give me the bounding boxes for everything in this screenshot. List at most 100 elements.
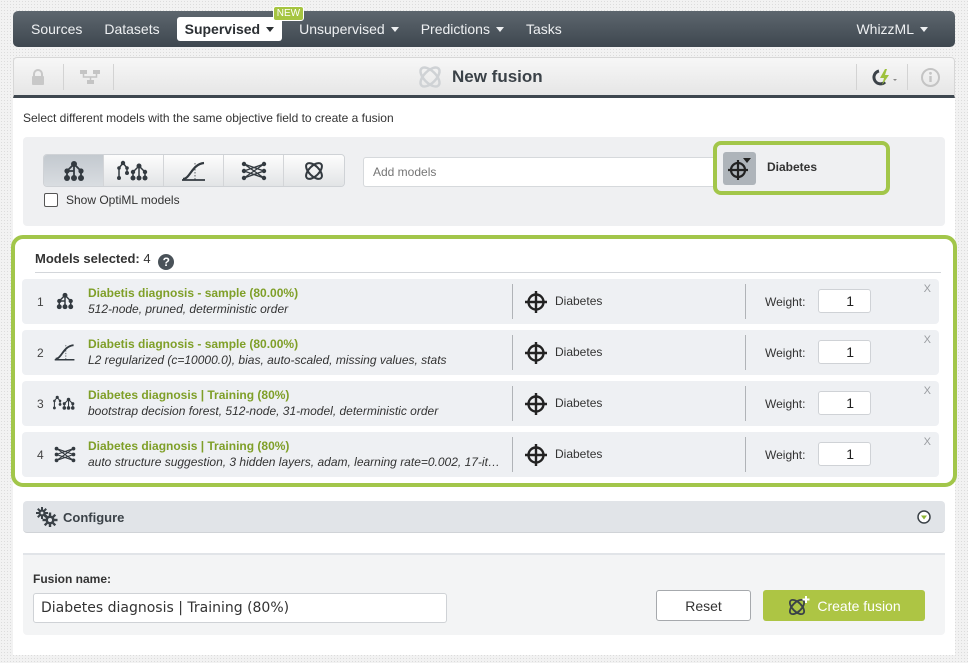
weight-label: Weight: bbox=[765, 397, 806, 411]
remove-model-button[interactable]: X bbox=[924, 334, 931, 346]
objective-target-icon bbox=[524, 290, 548, 319]
nav-datasets[interactable]: Datasets bbox=[93, 17, 170, 41]
deepnet-icon bbox=[53, 442, 77, 466]
remove-model-button[interactable]: X bbox=[924, 436, 931, 448]
nav-unsupervised[interactable]: Unsupervised bbox=[288, 17, 410, 41]
main-content: Select different models with the same ob… bbox=[11, 98, 957, 655]
fusion-icon bbox=[305, 161, 323, 180]
model-row: 4 Diabetes diagnosis | Training (80%) auto… bbox=[22, 432, 939, 477]
lock-button[interactable] bbox=[24, 58, 52, 96]
create-fusion-label: Create fusion bbox=[817, 597, 901, 614]
caret-down-icon bbox=[495, 26, 504, 32]
show-optiml-toggle[interactable]: Show OptiML models bbox=[44, 193, 180, 207]
add-fusion-icon bbox=[789, 595, 810, 615]
model-title-link[interactable]: Diabetis diagnosis - sample (80.00%) bbox=[88, 286, 298, 300]
objective-target-icon bbox=[524, 443, 548, 472]
nav-whizzml[interactable]: WhizzML bbox=[845, 17, 939, 41]
create-fusion-button[interactable]: Create fusion bbox=[763, 590, 925, 621]
objective-target-icon bbox=[524, 341, 548, 370]
objective-field-name: Diabetes bbox=[555, 294, 603, 308]
nav-tasks[interactable]: Tasks bbox=[515, 17, 573, 41]
model-description: L2 regularized (c=10000.0), bias, auto-s… bbox=[88, 353, 447, 367]
fusion-name-label: Fusion name: bbox=[33, 572, 112, 586]
page-title-text: New fusion bbox=[452, 67, 543, 86]
column-divider bbox=[745, 437, 746, 472]
model-type-fusion-button[interactable] bbox=[284, 155, 344, 186]
weight-label: Weight: bbox=[765, 346, 806, 360]
model-row: 1 Diabetis diagnosis - sample (80.00%) 512… bbox=[22, 279, 939, 324]
expand-toggle-icon[interactable] bbox=[917, 510, 931, 524]
info-button[interactable] bbox=[916, 58, 944, 96]
add-models-input[interactable] bbox=[363, 157, 718, 187]
weight-input[interactable] bbox=[818, 340, 871, 364]
toolbar-divider bbox=[907, 64, 908, 90]
dag-button[interactable] bbox=[72, 58, 108, 96]
show-optiml-checkbox[interactable] bbox=[44, 193, 58, 207]
column-divider bbox=[512, 284, 513, 319]
objective-target-icon bbox=[524, 392, 548, 421]
nav-predictions[interactable]: Predictions bbox=[410, 17, 515, 41]
model-type-ensemble-button[interactable] bbox=[104, 155, 164, 186]
configure-section-header[interactable]: Configure bbox=[23, 501, 945, 533]
nav-datasets-label: Datasets bbox=[104, 21, 160, 37]
row-number: 2 bbox=[37, 346, 44, 360]
actions-menu-button[interactable] bbox=[864, 58, 904, 96]
model-title-link[interactable]: Diabetis diagnosis - sample (80.00%) bbox=[88, 337, 298, 351]
toolbar-divider bbox=[856, 64, 857, 90]
weight-input[interactable] bbox=[818, 442, 871, 466]
show-optiml-label: Show OptiML models bbox=[66, 193, 180, 207]
objective-field-name: Diabetes bbox=[555, 345, 603, 359]
remove-model-button[interactable]: X bbox=[924, 385, 931, 397]
column-divider bbox=[512, 437, 513, 472]
column-divider bbox=[745, 386, 746, 421]
model-description: bootstrap decision forest, 512-node, 31-… bbox=[88, 404, 439, 418]
nav-predictions-label: Predictions bbox=[420, 21, 490, 37]
caret-down-icon bbox=[390, 26, 399, 32]
gears-icon bbox=[36, 507, 58, 527]
reset-button[interactable]: Reset bbox=[656, 590, 751, 621]
fusion-form-footer: Fusion name: Reset Create fusion bbox=[23, 553, 945, 635]
objective-field-filter-button[interactable] bbox=[723, 152, 756, 185]
fusion-name-input[interactable] bbox=[33, 593, 447, 623]
toolbar-divider bbox=[113, 64, 114, 90]
models-selected-count: 4 bbox=[143, 251, 151, 266]
page-title: New fusion bbox=[416, 61, 543, 93]
row-number: 1 bbox=[37, 295, 44, 309]
model-type-deepnet-button[interactable] bbox=[224, 155, 284, 186]
configure-label: Configure bbox=[63, 510, 125, 525]
tree-model-icon bbox=[53, 289, 77, 313]
logistic-regression-icon bbox=[181, 161, 205, 181]
lock-icon bbox=[32, 68, 44, 85]
tree-model-icon bbox=[63, 160, 84, 181]
weight-input[interactable] bbox=[818, 289, 871, 313]
row-number: 4 bbox=[37, 448, 44, 462]
ensemble-icon bbox=[116, 160, 147, 180]
help-icon[interactable]: ? bbox=[158, 254, 175, 270]
remove-model-button[interactable]: X bbox=[924, 283, 931, 295]
tree-structure-icon bbox=[80, 70, 100, 84]
column-divider bbox=[512, 335, 513, 370]
ensemble-icon bbox=[53, 391, 77, 415]
deepnet-icon bbox=[241, 161, 266, 180]
model-row: 2 Diabetis diagnosis - sample (80.00%) L2 … bbox=[22, 330, 939, 375]
model-type-logistic-button[interactable] bbox=[164, 155, 224, 186]
nav-sources[interactable]: Sources bbox=[20, 17, 93, 41]
model-description: 512-node, pruned, deterministic order bbox=[88, 302, 289, 316]
model-description: auto structure suggestion, 3 hidden laye… bbox=[88, 455, 502, 469]
model-type-model-button[interactable] bbox=[44, 155, 104, 186]
info-icon bbox=[920, 67, 940, 87]
model-selector-panel: Show OptiML models Diabetes bbox=[23, 137, 945, 226]
model-title-link[interactable]: Diabetes diagnosis | Training (80%) bbox=[88, 439, 289, 453]
nav-supervised[interactable]: Supervised NEW bbox=[176, 6, 305, 41]
objective-field-name: Diabetes bbox=[555, 396, 603, 410]
logistic-regression-icon bbox=[53, 340, 77, 364]
column-divider bbox=[512, 386, 513, 421]
models-selected-label: Models selected: bbox=[35, 251, 140, 266]
model-title-link[interactable]: Diabetes diagnosis | Training (80%) bbox=[88, 388, 289, 402]
weight-input[interactable] bbox=[818, 391, 871, 415]
nav-whizzml-label: WhizzML bbox=[856, 21, 914, 37]
objective-field-name: Diabetes bbox=[555, 447, 603, 461]
instruction-text: Select different models with the same ob… bbox=[23, 111, 394, 125]
model-type-switcher bbox=[43, 154, 345, 187]
fusion-icon bbox=[419, 66, 441, 88]
